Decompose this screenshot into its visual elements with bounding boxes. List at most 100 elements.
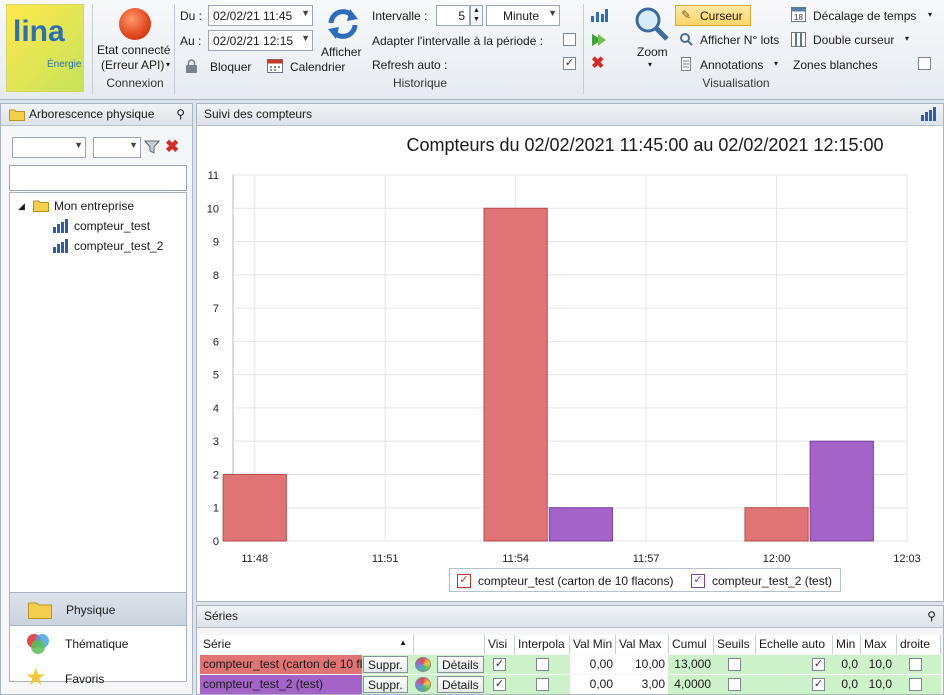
visi-checkbox[interactable]: ✓ bbox=[493, 658, 506, 671]
nav-favoris[interactable]: ★ Favoris bbox=[9, 662, 187, 695]
chart-options-icon[interactable] bbox=[921, 107, 937, 121]
y-tick-label: 3 bbox=[213, 436, 219, 448]
chevron-down-icon[interactable]: ▼ bbox=[74, 140, 83, 150]
chevron-down-icon[interactable]: ▼ bbox=[301, 8, 310, 18]
connection-status-line2[interactable]: (Erreur API) bbox=[101, 58, 164, 72]
bloquer-button[interactable]: Bloquer bbox=[210, 60, 251, 74]
chevron-down-icon[interactable]: ▼ bbox=[129, 140, 138, 150]
filter-select-2[interactable]: ▼ bbox=[93, 137, 141, 158]
seuils-checkbox[interactable] bbox=[728, 658, 741, 671]
bar-chart-icon[interactable] bbox=[590, 8, 608, 22]
legend-checkbox-series-2[interactable]: ✓ bbox=[691, 574, 705, 588]
y-tick-label: 4 bbox=[213, 403, 219, 415]
series-name-cell[interactable]: compteur_test_2 (test) bbox=[200, 675, 362, 694]
ribbon-toolbar: lina Énergie Etat connecté (Erreur API) … bbox=[0, 0, 944, 100]
zoom-button[interactable]: Zoom bbox=[637, 45, 668, 59]
add-series-icon[interactable] bbox=[590, 32, 608, 48]
series-panel-header: Séries ⚲ bbox=[197, 606, 943, 628]
folder-icon bbox=[9, 108, 25, 121]
sort-ascending-icon[interactable]: ▲ bbox=[399, 638, 407, 647]
column-header[interactable]: Min bbox=[833, 635, 861, 654]
suppr-button[interactable]: Suppr. bbox=[363, 656, 408, 673]
legend-label-series-1: compteur_test (carton de 10 flacons) bbox=[478, 574, 674, 588]
cumul-cell: 13,000 bbox=[674, 657, 711, 671]
echelle-auto-checkbox[interactable]: ✓ bbox=[812, 658, 825, 671]
afficher-button[interactable]: Afficher bbox=[321, 45, 361, 59]
zoom-dropdown-arrow-icon[interactable]: ▾ bbox=[648, 60, 652, 69]
nav-physique[interactable]: Physique bbox=[9, 592, 187, 626]
x-tick-label: 12:03 bbox=[893, 553, 921, 565]
interpola-checkbox[interactable] bbox=[536, 658, 549, 671]
annotations-button[interactable]: Annotations bbox=[700, 58, 763, 72]
chevron-down-icon[interactable]: ▼ bbox=[301, 33, 310, 43]
nav-thematique-label: Thématique bbox=[65, 637, 129, 651]
series-name-cell[interactable]: compteur_test (carton de 10 flacons) bbox=[200, 655, 362, 674]
nav-thematique[interactable]: Thématique bbox=[9, 627, 187, 661]
column-header[interactable]: Echelle auto bbox=[756, 635, 833, 654]
column-header[interactable]: Seuils bbox=[714, 635, 756, 654]
echelle-auto-checkbox[interactable]: ✓ bbox=[812, 678, 825, 691]
y-tick-label: 2 bbox=[213, 469, 219, 481]
chevron-down-icon[interactable]: ▼ bbox=[548, 8, 557, 18]
connection-status-icon[interactable] bbox=[119, 8, 151, 40]
left-panel: Arborescence physique ⚲ ▼ ▼ ✖ ◢ Mon entr… bbox=[0, 103, 193, 695]
delete-icon[interactable]: ✖ bbox=[591, 56, 607, 72]
column-header[interactable]: Cumul bbox=[669, 635, 714, 654]
column-header[interactable]: droite bbox=[897, 635, 941, 654]
curseur-label: Curseur bbox=[700, 9, 743, 23]
calendrier-button[interactable]: Calendrier bbox=[290, 60, 345, 74]
column-header[interactable]: Série ▲ bbox=[200, 635, 414, 654]
au-date-field[interactable]: 02/02/21 12:15 ▼ bbox=[208, 30, 313, 51]
intervalle-unit-value: Minute bbox=[503, 9, 540, 23]
suppr-button[interactable]: Suppr. bbox=[363, 676, 408, 693]
tree-root-label[interactable]: Mon entreprise bbox=[54, 199, 134, 213]
du-date-field[interactable]: 02/02/21 11:45 ▼ bbox=[208, 5, 313, 26]
seuils-checkbox[interactable] bbox=[728, 678, 741, 691]
double-curseur-dropdown-arrow-icon[interactable]: ▾ bbox=[905, 34, 909, 43]
collapse-arrow-icon[interactable]: ◢ bbox=[18, 201, 25, 212]
column-header[interactable]: Max bbox=[861, 635, 897, 654]
color-palette-icon[interactable] bbox=[415, 677, 431, 692]
visi-checkbox[interactable]: ✓ bbox=[493, 678, 506, 691]
interpola-checkbox[interactable] bbox=[536, 678, 549, 691]
filter-icon[interactable] bbox=[143, 139, 161, 155]
pin-icon[interactable]: ⚲ bbox=[176, 107, 185, 121]
decalage-dropdown-arrow-icon[interactable]: ▾ bbox=[928, 10, 932, 19]
pin-icon[interactable]: ⚲ bbox=[927, 609, 936, 623]
afficher-lots-button[interactable]: Afficher N° lots bbox=[700, 33, 779, 47]
column-header[interactable] bbox=[414, 635, 485, 654]
double-curseur-button[interactable]: Double curseur bbox=[813, 33, 894, 47]
clear-filter-icon[interactable]: ✖ bbox=[165, 137, 179, 157]
refresh-checkbox[interactable]: ✓ bbox=[563, 57, 576, 70]
details-button[interactable]: Détails bbox=[437, 656, 484, 673]
zoom-icon[interactable] bbox=[634, 6, 670, 42]
intervalle-stepper[interactable]: ▲ ▼ bbox=[470, 5, 483, 26]
droite-checkbox[interactable] bbox=[909, 658, 922, 671]
curseur-button[interactable]: ✎ Curseur bbox=[675, 5, 751, 26]
color-palette-icon[interactable] bbox=[415, 657, 431, 672]
column-header[interactable]: Visi bbox=[485, 635, 515, 654]
y-tick-label: 8 bbox=[213, 270, 219, 282]
tree-search-input[interactable] bbox=[9, 165, 187, 191]
details-button[interactable]: Détails bbox=[437, 676, 484, 693]
annotations-dropdown-arrow-icon[interactable]: ▾ bbox=[774, 59, 778, 68]
intervalle-value-field[interactable]: 5 bbox=[436, 5, 470, 26]
tree-item-compteur-test[interactable]: compteur_test bbox=[74, 219, 150, 233]
refresh-icon[interactable] bbox=[325, 6, 361, 42]
adapter-checkbox[interactable] bbox=[563, 33, 576, 46]
bar-chart[interactable]: 0 1 2 3 4 5 6 7 8 9 10 11 11:48 11:51 11:54 11:57 12:00 1… bbox=[197, 126, 943, 601]
filter-select-1[interactable]: ▼ bbox=[12, 137, 86, 158]
tree-item-compteur-test-2[interactable]: compteur_test_2 bbox=[74, 239, 163, 253]
column-header[interactable]: Val Min bbox=[570, 635, 616, 654]
column-header[interactable]: Interpola bbox=[515, 635, 570, 654]
column-header[interactable]: Val Max bbox=[616, 635, 669, 654]
y-tick-label: 0 bbox=[213, 536, 219, 548]
legend-checkbox-series-1[interactable]: ✓ bbox=[457, 574, 471, 588]
bar-series-2 bbox=[548, 507, 613, 542]
zones-blanches-checkbox[interactable] bbox=[918, 57, 931, 70]
connection-dropdown-arrow-icon[interactable]: ▾ bbox=[166, 60, 170, 69]
decalage-button[interactable]: Décalage de temps bbox=[813, 9, 916, 23]
val-max-cell: 10,00 bbox=[616, 655, 668, 674]
droite-checkbox[interactable] bbox=[909, 678, 922, 691]
intervalle-unit-select[interactable]: Minute ▼ bbox=[486, 5, 560, 26]
